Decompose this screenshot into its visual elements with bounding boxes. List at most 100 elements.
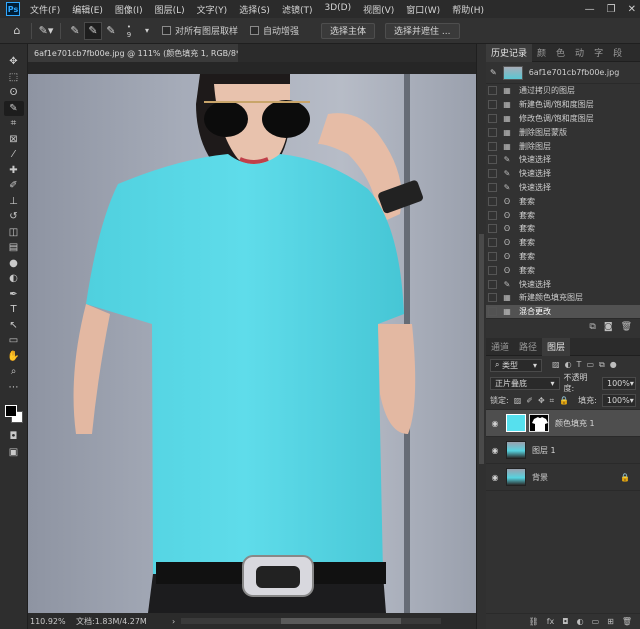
history-item[interactable]: ✎ 快速选择 — [486, 277, 640, 291]
pen-tool[interactable]: ✒ — [4, 287, 24, 303]
lock-all-icon[interactable]: 🔒 — [559, 396, 569, 406]
history-source-box[interactable] — [488, 86, 497, 96]
link-layers-icon[interactable]: ⛓ — [529, 617, 539, 626]
new-layer-icon[interactable]: ⊞ — [607, 617, 614, 626]
menu-item[interactable]: 滤镜(T) — [276, 3, 319, 16]
layer-thumbnail[interactable] — [506, 468, 526, 486]
history-item[interactable]: ▦ 新建色调/饱和度图层 — [486, 98, 640, 112]
visibility-eye-icon[interactable]: ◉ — [486, 419, 504, 428]
lock-image-icon[interactable]: ✐ — [526, 396, 533, 406]
menu-item[interactable]: 编辑(E) — [66, 3, 109, 16]
history-source-box[interactable] — [488, 182, 497, 192]
sample-all-layers-option[interactable]: 对所有图层取样 — [162, 24, 238, 37]
menu-item[interactable]: 图层(L) — [149, 3, 191, 16]
shape-filter-icon[interactable]: ▭ — [586, 360, 594, 370]
layers-panel-tab[interactable]: 图层 — [542, 337, 571, 356]
eyedropper-tool[interactable]: ⁄ — [4, 147, 24, 163]
menu-item[interactable]: 图像(I) — [109, 3, 149, 16]
layers-panel-tab[interactable]: 路径 — [514, 338, 542, 356]
layer-filter-select[interactable]: ⌕ 类型 ▾ — [490, 358, 542, 372]
zoom-tool[interactable]: ⌕ — [4, 364, 24, 380]
lock-artboard-icon[interactable]: ⌗ — [550, 396, 555, 406]
history-source-box[interactable] — [488, 224, 497, 234]
layer-mask-thumbnail[interactable] — [529, 414, 549, 432]
close-button[interactable]: ✕ — [628, 4, 636, 15]
history-panel-tab[interactable]: 历史记录 — [486, 43, 533, 62]
history-source-box[interactable] — [488, 251, 497, 261]
history-brush-tool[interactable]: ↺ — [4, 209, 24, 225]
history-item[interactable]: ▦ 删除图层 — [486, 139, 640, 153]
hand-tool[interactable]: ✋ — [4, 349, 24, 365]
history-item[interactable]: ✎ 快速选择 — [486, 181, 640, 195]
pixel-filter-icon[interactable]: ▨ — [552, 360, 560, 370]
fill-input[interactable]: 100% ▾ — [601, 394, 636, 407]
crop-tool[interactable]: ⌗ — [4, 116, 24, 132]
brush-size-picker[interactable]: • 9 — [120, 22, 138, 40]
new-selection-icon[interactable]: ✎ — [66, 22, 84, 40]
visibility-eye-icon[interactable]: ◉ — [486, 473, 504, 482]
lock-position-icon[interactable]: ✥ — [538, 396, 545, 406]
select-subject-button[interactable]: 选择主体 — [321, 22, 376, 39]
history-item[interactable]: ʘ 套索 — [486, 236, 640, 250]
gradient-tool[interactable]: ▤ — [4, 240, 24, 256]
history-source-box[interactable] — [488, 169, 497, 179]
lock-transparent-icon[interactable]: ▨ — [514, 396, 522, 406]
auto-enhance-option[interactable]: 自动增强 — [250, 24, 299, 37]
history-source-box[interactable] — [488, 238, 497, 248]
history-source-box[interactable] — [488, 196, 497, 206]
history-source-box[interactable] — [488, 155, 497, 165]
new-group-icon[interactable]: ▭ — [592, 617, 600, 626]
layers-panel-tab[interactable]: 通道 — [486, 338, 514, 356]
layer-thumbnail[interactable] — [506, 441, 526, 459]
layer-thumbnail[interactable] — [506, 414, 526, 432]
trash-icon[interactable]: 🗑 — [622, 617, 632, 626]
history-source-box[interactable] — [488, 127, 497, 137]
quick-mask-icon[interactable]: ◘ — [4, 429, 24, 445]
history-item[interactable]: ▦ 混合更改 — [486, 304, 640, 318]
subtract-from-selection-icon[interactable]: ✎ — [102, 22, 120, 40]
frame-tool[interactable]: ⊠ — [4, 132, 24, 148]
history-source-box[interactable] — [488, 293, 497, 303]
vertical-scrollbar-thumb[interactable] — [479, 234, 484, 464]
screen-mode-icon[interactable]: ▣ — [4, 445, 24, 461]
brush-tool[interactable]: ✐ — [4, 178, 24, 194]
camera-icon[interactable]: ◙ — [604, 322, 613, 332]
layer-row[interactable]: ◉ 图层 1 — [486, 437, 640, 464]
history-item[interactable]: ▦ 修改色调/饱和度图层 — [486, 112, 640, 126]
history-panel-tab[interactable]: 动 — [570, 44, 589, 62]
history-source-box[interactable] — [488, 113, 497, 123]
history-item[interactable]: ▦ 新建颜色填充图层 — [486, 291, 640, 305]
rectangle-tool[interactable]: ▭ — [4, 333, 24, 349]
history-item[interactable]: ʘ 套索 — [486, 250, 640, 264]
dodge-tool[interactable]: ◐ — [4, 271, 24, 287]
foreground-color-swatch[interactable] — [4, 405, 17, 417]
type-filter-icon[interactable]: T — [577, 360, 582, 370]
chevron-down-icon[interactable]: ▾ — [138, 22, 156, 40]
menu-item[interactable]: 帮助(H) — [446, 3, 490, 16]
lasso-tool[interactable]: ʘ — [4, 85, 24, 101]
document-canvas[interactable] — [28, 74, 476, 613]
history-panel-tab[interactable]: 段 — [608, 44, 627, 62]
horizontal-scrollbar[interactable] — [181, 618, 442, 624]
clone-stamp-tool[interactable]: ⊥ — [4, 194, 24, 210]
restore-button[interactable]: ❐ — [607, 4, 616, 15]
history-source-box[interactable] — [488, 307, 497, 317]
marquee-tool[interactable]: ⬚ — [4, 70, 24, 86]
type-tool[interactable]: T — [4, 302, 24, 318]
zoom-level[interactable]: 110.92% — [28, 617, 76, 626]
history-item[interactable]: ✎ 快速选择 — [486, 167, 640, 181]
home-icon[interactable]: ⌂ — [8, 22, 26, 40]
layer-row[interactable]: ◉ 颜色填充 1 — [486, 410, 640, 437]
layer-lock-icon[interactable]: 🔒 — [620, 473, 630, 482]
quick-selection-preset-icon[interactable]: ✎▾ — [37, 22, 55, 40]
history-source-box[interactable] — [488, 265, 497, 275]
status-arrow-icon[interactable]: › — [172, 617, 175, 626]
new-document-from-state-icon[interactable]: ⧉ — [589, 322, 595, 332]
menu-item[interactable]: 窗口(W) — [400, 3, 446, 16]
horizontal-scrollbar-thumb[interactable] — [281, 618, 402, 624]
history-item[interactable]: ✎ 快速选择 — [486, 153, 640, 167]
eraser-tool[interactable]: ◫ — [4, 225, 24, 241]
history-panel-tab[interactable]: 字 — [589, 44, 608, 62]
add-mask-icon[interactable]: ◘ — [562, 617, 568, 626]
sample-all-layers-checkbox[interactable] — [162, 26, 171, 35]
